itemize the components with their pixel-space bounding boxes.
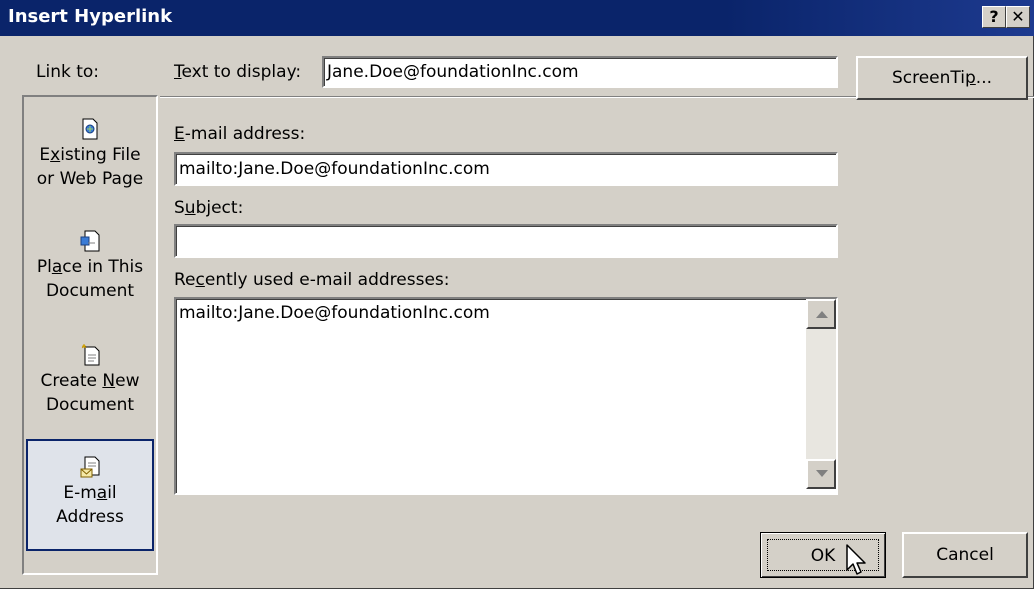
email-address-input[interactable]: mailto:Jane.Doe@foundationInc.com [174,152,838,186]
recent-emails-label: Recently used e-mail addresses: [174,270,450,290]
email-address-label: E-mail address: [174,124,306,144]
text-to-display-input[interactable]: Jane.Doe@foundationInc.com [322,56,838,88]
scroll-down-icon [816,470,828,477]
link-option-label-line2: Address [56,507,124,527]
link-option-label-line2: Document [45,281,135,301]
window-title: Insert Hyperlink [8,6,173,27]
close-button[interactable]: ✕ [1006,6,1030,28]
link-to-label: Link to: [36,62,100,82]
vertical-scrollbar[interactable] [806,299,836,489]
link-option-existing-file[interactable]: Existing File or Web Page [26,117,154,217]
scroll-up-icon [816,311,828,318]
list-item[interactable]: mailto:Jane.Doe@foundationInc.com [179,303,490,323]
link-to-bar: Existing File or Web Page Place in This … [22,95,158,575]
subject-label: Subject: [174,198,244,218]
existing-file-icon [82,118,98,140]
link-option-label: Place in This [36,257,144,277]
recent-emails-list[interactable]: mailto:Jane.Doe@foundationInc.com [174,297,838,495]
email-address-icon [80,456,100,478]
help-icon: ? [989,7,999,26]
link-option-label: E-mail [63,483,117,503]
create-new-document-icon [81,343,100,366]
link-option-label: Existing File [39,145,141,165]
link-option-label-line2: or Web Page [36,169,144,189]
link-option-place-in-document[interactable]: Place in This Document [26,229,154,329]
cancel-button[interactable]: Cancel [902,532,1028,578]
link-option-label: Create New [40,371,140,391]
help-button[interactable]: ? [982,6,1006,28]
insert-hyperlink-dialog: Insert Hyperlink ? ✕ Link to: Existing F… [0,0,1034,589]
scroll-down-button[interactable] [806,459,836,489]
link-option-create-new-document[interactable]: Create New Document [26,343,154,443]
place-in-document-icon [80,230,100,252]
scroll-up-button[interactable] [806,299,836,329]
close-icon: ✕ [1011,7,1025,26]
text-to-display-label: Text to display: [174,62,302,82]
title-bar: Insert Hyperlink ? ✕ [0,0,1034,36]
subject-input[interactable] [174,224,838,258]
screentip-button[interactable]: ScreenTip... [856,56,1028,100]
link-option-label-line2: Document [45,395,135,415]
mouse-cursor-icon [846,544,866,575]
link-option-email-address[interactable]: E-mail Address [26,439,154,551]
